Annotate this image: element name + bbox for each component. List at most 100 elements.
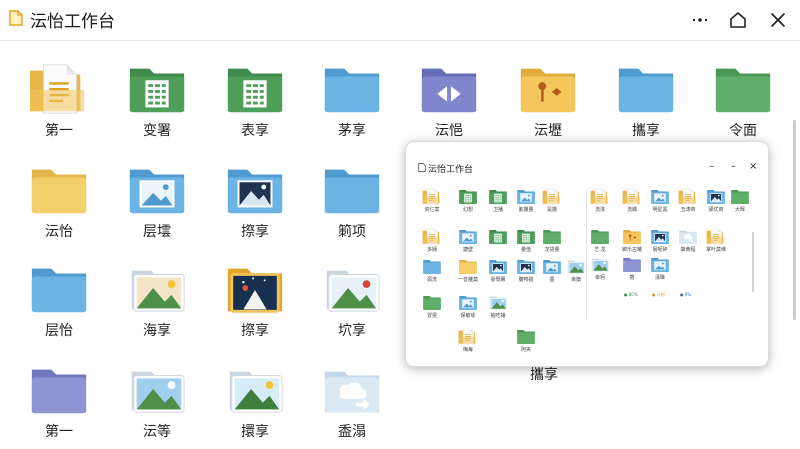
subwindow-item[interactable]: 晨呢碎 [646, 228, 674, 253]
subwindow-item[interactable]: 幸柯 [586, 256, 614, 281]
folder-icon [674, 228, 702, 245]
grid-item[interactable]: 沄怡 [14, 163, 104, 241]
grid-item[interactable]: 攜享 [601, 62, 691, 140]
subwindow-item[interactable]: 紫撒量 [512, 188, 540, 213]
grid-item-label: 坹享 [338, 323, 366, 339]
grid-item-label: 沄壢 [534, 123, 562, 139]
subwindow-item[interactable]: 卫播 [484, 188, 512, 213]
subwindow-item[interactable]: 一音雕莫 [454, 258, 482, 283]
subwindow-item[interactable]: 艺.龙 [586, 228, 614, 253]
folder-icon [454, 188, 482, 205]
subwindow-item[interactable] [484, 228, 512, 246]
grid-item[interactable]: 沄悒 [404, 62, 494, 140]
grid-item[interactable]: 沄等 [112, 363, 202, 441]
subwindow-item-label: 幸柯 [594, 275, 605, 281]
spreadsheet-folder-icon [210, 62, 300, 116]
subwindow-item[interactable]: 源洗 [418, 258, 446, 283]
subwindow-item-label: 袖吃铺 [490, 313, 506, 319]
grid-item[interactable]: 摖享 [210, 163, 300, 241]
subwindow-item[interactable]: 阿夹 [512, 328, 540, 353]
subwindow-restore-button[interactable]: – [731, 161, 736, 172]
grid-item-label: 第一 [45, 123, 73, 139]
grid-item[interactable]: 擐享 [210, 363, 300, 441]
grid-item[interactable]: 第一 [14, 62, 104, 140]
folder-icon [484, 228, 512, 245]
subwindow-item[interactable]: 搪壁 [454, 228, 482, 253]
subwindow-item[interactable]: 龙货量 [538, 228, 566, 253]
grid-item-label: 摖享 [241, 224, 269, 240]
folder-icon [454, 258, 482, 275]
grid-item[interactable]: 表享 [210, 62, 300, 140]
home-icon [730, 12, 746, 28]
subwindow-item-label: 豪慨篡 [490, 277, 506, 283]
grid-item[interactable]: 第一 [14, 363, 104, 441]
folder-icon [454, 228, 482, 245]
folder-icon [586, 256, 614, 273]
folder-icon [512, 258, 540, 275]
folder-icon [586, 228, 614, 245]
subwindow-close-button[interactable]: × [749, 161, 757, 172]
scrollbar[interactable] [793, 120, 796, 320]
subwindow-item[interactable]: 保敏咏 [454, 294, 482, 319]
grid-item[interactable]: 变署 [112, 62, 202, 140]
subwindow-title: 沄怡工作台 [428, 165, 474, 175]
subwindow-item[interactable]: 明星黑 [646, 188, 674, 213]
subwindow-item[interactable]: 幻想 [454, 188, 482, 213]
grid-item[interactable]: 令面 [698, 62, 788, 140]
subwindow-item[interactable]: 流蝶 [618, 188, 646, 213]
preview-subwindow[interactable]: 沄怡工作台 – – × 资仨案 幻想 卫播 紫撒量 是撒 流渫 流蝶 明星黑 玉… [405, 141, 769, 367]
folder-icon [674, 188, 702, 205]
subwindow-item[interactable]: 大辉 [726, 188, 754, 213]
subwindow-item-label: 保敏咏 [460, 313, 476, 319]
subwindow-item[interactable]: 是撒 [538, 188, 566, 213]
subwindow-item-label: 漢睢 [654, 275, 665, 281]
subwindow-minimize-button[interactable]: – [709, 161, 714, 172]
subwindow-item[interactable]: 资仨案 [418, 188, 446, 213]
subwindow-item[interactable]: 蓿 [618, 256, 646, 281]
subwindow-item[interactable]: 漢睢 [646, 256, 674, 281]
subwindow-item[interactable]: 掌叶莫维 [702, 228, 730, 253]
subwindow-item[interactable]: 豪慨篡 [484, 258, 512, 283]
subwindow-item[interactable]: 玉涛商 [674, 188, 702, 213]
close-button[interactable] [766, 8, 790, 32]
subwindow-item-label: 源洗 [426, 277, 437, 283]
folder-icon [454, 328, 482, 345]
photo-icon [210, 262, 300, 316]
grid-item[interactable]: 海享 [112, 262, 202, 340]
subwindow-item-label: 廊乐古曦 [621, 247, 642, 253]
folder-icon [646, 188, 674, 205]
grid-item[interactable]: 盉溻 [307, 363, 397, 441]
grid-item[interactable]: 层墵 [112, 163, 202, 241]
subwindow-item-label: 晨呢碎 [652, 247, 668, 253]
subwindow-item[interactable]: 腹鸭碰 [512, 258, 540, 283]
grid-item[interactable]: 茅享 [307, 62, 397, 140]
subwindow-item[interactable]: 量值 [512, 228, 540, 253]
subwindow-item[interactable]: 梅毎 [454, 328, 482, 353]
photo-icon [307, 262, 397, 316]
folder-icon [14, 363, 104, 417]
folder-icon [418, 188, 446, 205]
subwindow-item-label: 明星黑 [652, 207, 668, 213]
home-button[interactable] [726, 8, 750, 32]
folder-icon [618, 228, 646, 245]
folder-icon [418, 258, 446, 275]
subwindow-item[interactable]: 冒雯 [418, 294, 446, 319]
grid-item[interactable]: 箣项 [307, 163, 397, 241]
grid-item[interactable]: 层怡 [14, 262, 104, 340]
subwindow-item[interactable]: 多娴 [418, 228, 446, 253]
grid-item[interactable]: 沄壢 [503, 62, 593, 140]
folder-icon [484, 258, 512, 275]
subwindow-item[interactable]: 廊乐古曦 [618, 228, 646, 253]
grid-item[interactable]: 坹享 [307, 262, 397, 340]
subwindow-item[interactable]: 袖吃铺 [484, 294, 512, 319]
subwindow-scrollbar[interactable] [752, 232, 754, 292]
grid-item-label: 第一 [45, 424, 73, 440]
folder-icon [418, 228, 446, 245]
more-options-button[interactable] [688, 8, 712, 32]
subwindow-item[interactable]: 流渫 [586, 188, 614, 213]
grid-item[interactable]: 摖享 [210, 262, 300, 340]
subwindow-item-label: 一音雕莫 [457, 277, 478, 283]
subwindow-item-label: 流蝶 [626, 207, 637, 213]
folder-icon [14, 163, 104, 217]
subwindow-item[interactable]: 肇黄程 [674, 228, 702, 253]
